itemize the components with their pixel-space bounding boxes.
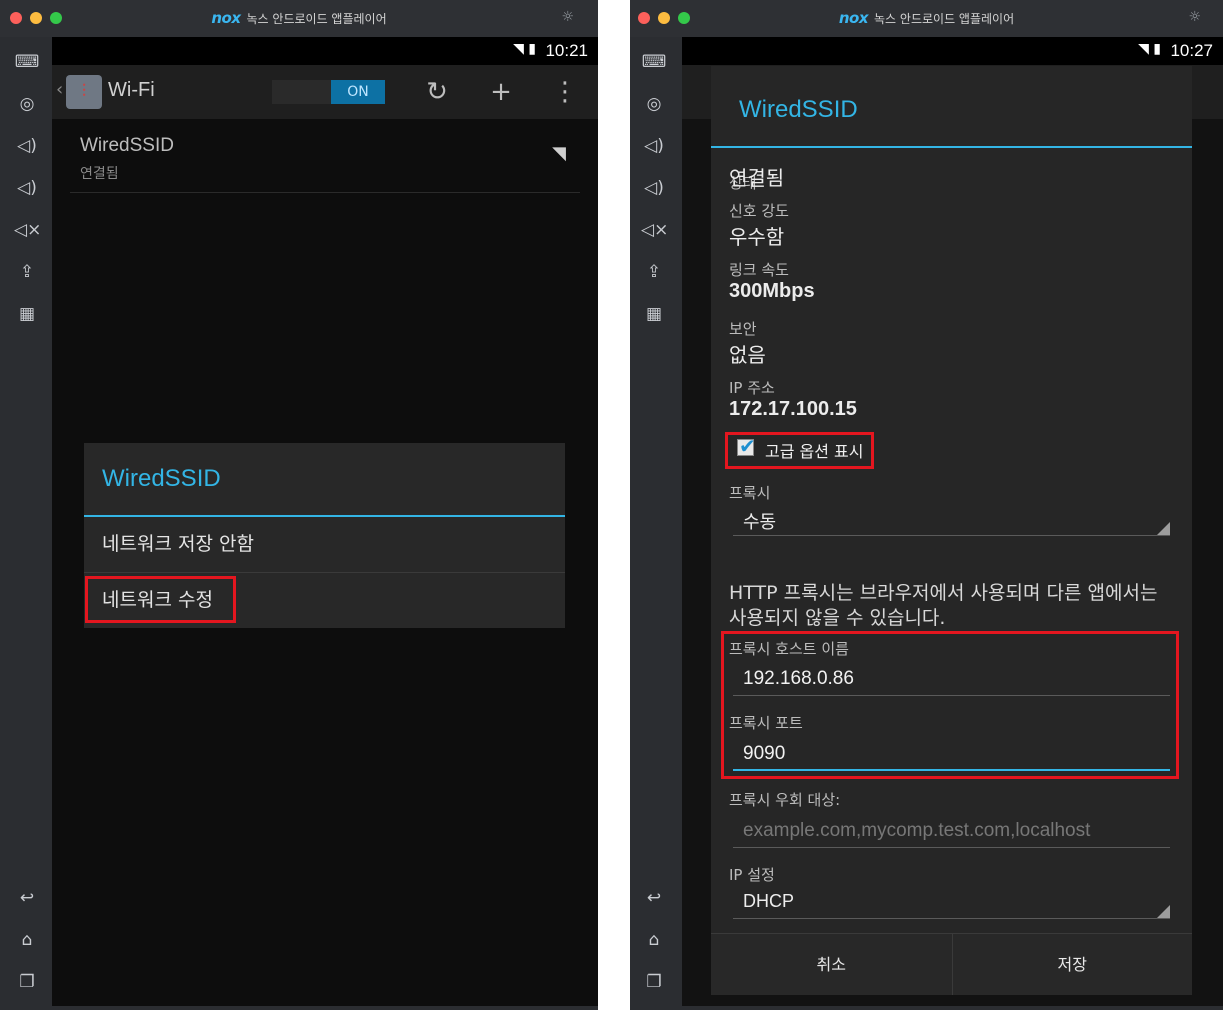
dialog-title-divider xyxy=(711,146,1192,148)
home-icon[interactable]: ⌂ xyxy=(641,927,667,953)
home-icon[interactable]: ⌂ xyxy=(14,927,40,953)
security-value: 없음 xyxy=(729,343,766,367)
emulator-window-left: nox 녹스 안드로이드 앱플레이어 ☼ ⌨ ◎ ◁) ◁) ◁× ⇪ ▦ ↩ ⌂… xyxy=(0,0,598,1010)
keyboard-icon[interactable]: ⌨ xyxy=(14,49,40,75)
mute-icon[interactable]: ◁× xyxy=(14,217,41,243)
overflow-menu-icon[interactable]: ⋮ xyxy=(548,77,582,107)
window-title-text: 녹스 안드로이드 앱플레이어 xyxy=(246,12,387,26)
network-name: WiredSSID xyxy=(80,135,174,156)
keyboard-icon[interactable]: ⌨ xyxy=(641,49,667,75)
emulator-window-right: nox 녹스 안드로이드 앱플레이어 ☼ ⌨ ◎ ◁) ◁) ◁× ⇪ ▦ ↩ ⌂… xyxy=(630,0,1223,1010)
save-button[interactable]: 저장 xyxy=(951,934,1193,995)
nox-logo: nox xyxy=(838,9,869,27)
proxy-bypass-placeholder: example.com,mycomp.test.com,localhost xyxy=(743,820,1091,841)
title-bar: nox 녹스 안드로이드 앱플레이어 ☼ xyxy=(0,0,598,37)
gear-icon[interactable]: ☼ xyxy=(561,9,574,25)
forget-network-item[interactable]: 네트워크 저장 안함 xyxy=(84,517,565,571)
location-icon[interactable]: ◎ xyxy=(14,91,40,117)
volume-down-icon[interactable]: ◁) xyxy=(14,175,40,201)
screenshot-icon[interactable]: ▦ xyxy=(641,301,667,327)
network-context-dialog: WiredSSID 네트워크 저장 안함 네트워크 수정 xyxy=(84,443,565,628)
window-title: nox 녹스 안드로이드 앱플레이어 xyxy=(630,9,1223,27)
status-time: 10:21 xyxy=(545,41,588,60)
dialog-button-bar: 취소 저장 xyxy=(711,933,1192,995)
proxy-note: HTTP 프록시는 브라우저에서 사용되며 다른 앱에서는 사용되지 않을 수 … xyxy=(729,582,1158,629)
settings-app-icon[interactable]: ⫶ xyxy=(66,75,102,109)
modify-network-dialog: 상태 연결됨 신호 강도 우수함 링크 속도 300Mbps 보안 없음 IP … xyxy=(711,66,1192,995)
location-icon[interactable]: ◎ xyxy=(641,91,667,117)
apk-install-icon[interactable]: ⇪ xyxy=(641,259,667,285)
status-bar: ◥ ▮ 10:27 xyxy=(682,37,1223,65)
link-speed-label: 링크 속도 xyxy=(729,261,789,279)
android-screen: ◥ ▮ 10:27 상태 연결됨 신호 강도 우수함 링크 속도 300Mbps… xyxy=(682,37,1223,1006)
status-bar: ◥ ▮ 10:21 xyxy=(52,37,598,65)
network-list-item[interactable]: WiredSSID 연결됨 ◥ xyxy=(70,125,580,193)
proxy-bypass-input[interactable]: example.com,mycomp.test.com,localhost xyxy=(733,810,1170,848)
window-title: nox 녹스 안드로이드 앱플레이어 xyxy=(0,9,598,27)
up-caret-icon[interactable]: ‹ xyxy=(56,79,63,100)
add-network-icon[interactable]: + xyxy=(484,77,518,107)
title-bar: nox 녹스 안드로이드 앱플레이어 ☼ xyxy=(630,0,1223,37)
back-icon[interactable]: ↩ xyxy=(641,885,667,911)
action-bar: ‹ ⫶ Wi-Fi ON ↻ + ⋮ xyxy=(52,65,598,119)
highlight-box-advanced xyxy=(725,432,874,469)
wifi-signal-icon: ◥ xyxy=(552,143,566,164)
gear-icon[interactable]: ☼ xyxy=(1188,9,1201,25)
wifi-battery-icons: ◥ ▮ xyxy=(513,41,536,57)
security-label: 보안 xyxy=(729,320,757,338)
highlight-box xyxy=(85,576,236,623)
ip-settings-value: DHCP xyxy=(743,891,795,911)
link-speed-value: 300Mbps xyxy=(729,280,815,302)
emulator-sidebar: ⌨ ◎ ◁) ◁) ◁× ⇪ ▦ ↩ ⌂ ❐ xyxy=(0,37,52,1010)
dialog-header: WiredSSID xyxy=(711,66,1192,148)
actionbar-title: Wi-Fi xyxy=(108,79,155,101)
status-time: 10:27 xyxy=(1170,41,1213,60)
recent-apps-icon[interactable]: ❐ xyxy=(14,969,40,995)
proxy-spinner[interactable]: 수동 xyxy=(733,500,1170,536)
volume-up-icon[interactable]: ◁) xyxy=(641,133,667,159)
proxy-value: 수동 xyxy=(743,512,777,532)
apk-install-icon[interactable]: ⇪ xyxy=(14,259,40,285)
mute-icon[interactable]: ◁× xyxy=(641,217,668,243)
wifi-toggle[interactable]: ON xyxy=(272,80,385,104)
dropdown-triangle-icon xyxy=(1157,522,1170,535)
status-value: 연결됨 xyxy=(729,166,785,190)
highlight-box-proxy xyxy=(721,631,1179,779)
proxy-bypass-label: 프록시 우회 대상: xyxy=(729,791,841,809)
recent-apps-icon[interactable]: ❐ xyxy=(641,969,667,995)
screenshot-icon[interactable]: ▦ xyxy=(14,301,40,327)
dropdown-triangle-icon xyxy=(1157,905,1170,918)
volume-down-icon[interactable]: ◁) xyxy=(641,175,667,201)
volume-up-icon[interactable]: ◁) xyxy=(14,133,40,159)
ip-address-label: IP 주소 xyxy=(729,379,775,397)
wps-icon[interactable]: ↻ xyxy=(420,77,454,107)
network-state: 연결됨 xyxy=(80,166,119,182)
wifi-toggle-on: ON xyxy=(331,80,385,104)
back-icon[interactable]: ↩ xyxy=(14,885,40,911)
emulator-sidebar: ⌨ ◎ ◁) ◁) ◁× ⇪ ▦ ↩ ⌂ ❐ xyxy=(630,37,678,1010)
dialog-body: 상태 연결됨 신호 강도 우수함 링크 속도 300Mbps 보안 없음 IP … xyxy=(711,66,1192,995)
dialog-title: WiredSSID xyxy=(102,465,221,492)
signal-value: 우수함 xyxy=(729,225,785,249)
ip-settings-label: IP 설정 xyxy=(729,866,775,884)
android-screen: ◥ ▮ 10:21 ‹ ⫶ Wi-Fi ON ↻ + ⋮ WiredSSID 연… xyxy=(52,37,598,1006)
ip-settings-spinner[interactable]: DHCP xyxy=(733,883,1170,919)
dialog-title: WiredSSID xyxy=(739,96,858,123)
signal-label: 신호 강도 xyxy=(729,202,789,220)
nox-logo: nox xyxy=(211,9,241,27)
ip-address-value: 172.17.100.15 xyxy=(729,398,857,420)
wifi-battery-icons: ◥ ▮ xyxy=(1138,41,1161,57)
window-title-text: 녹스 안드로이드 앱플레이어 xyxy=(874,12,1015,26)
cancel-button[interactable]: 취소 xyxy=(711,934,952,995)
